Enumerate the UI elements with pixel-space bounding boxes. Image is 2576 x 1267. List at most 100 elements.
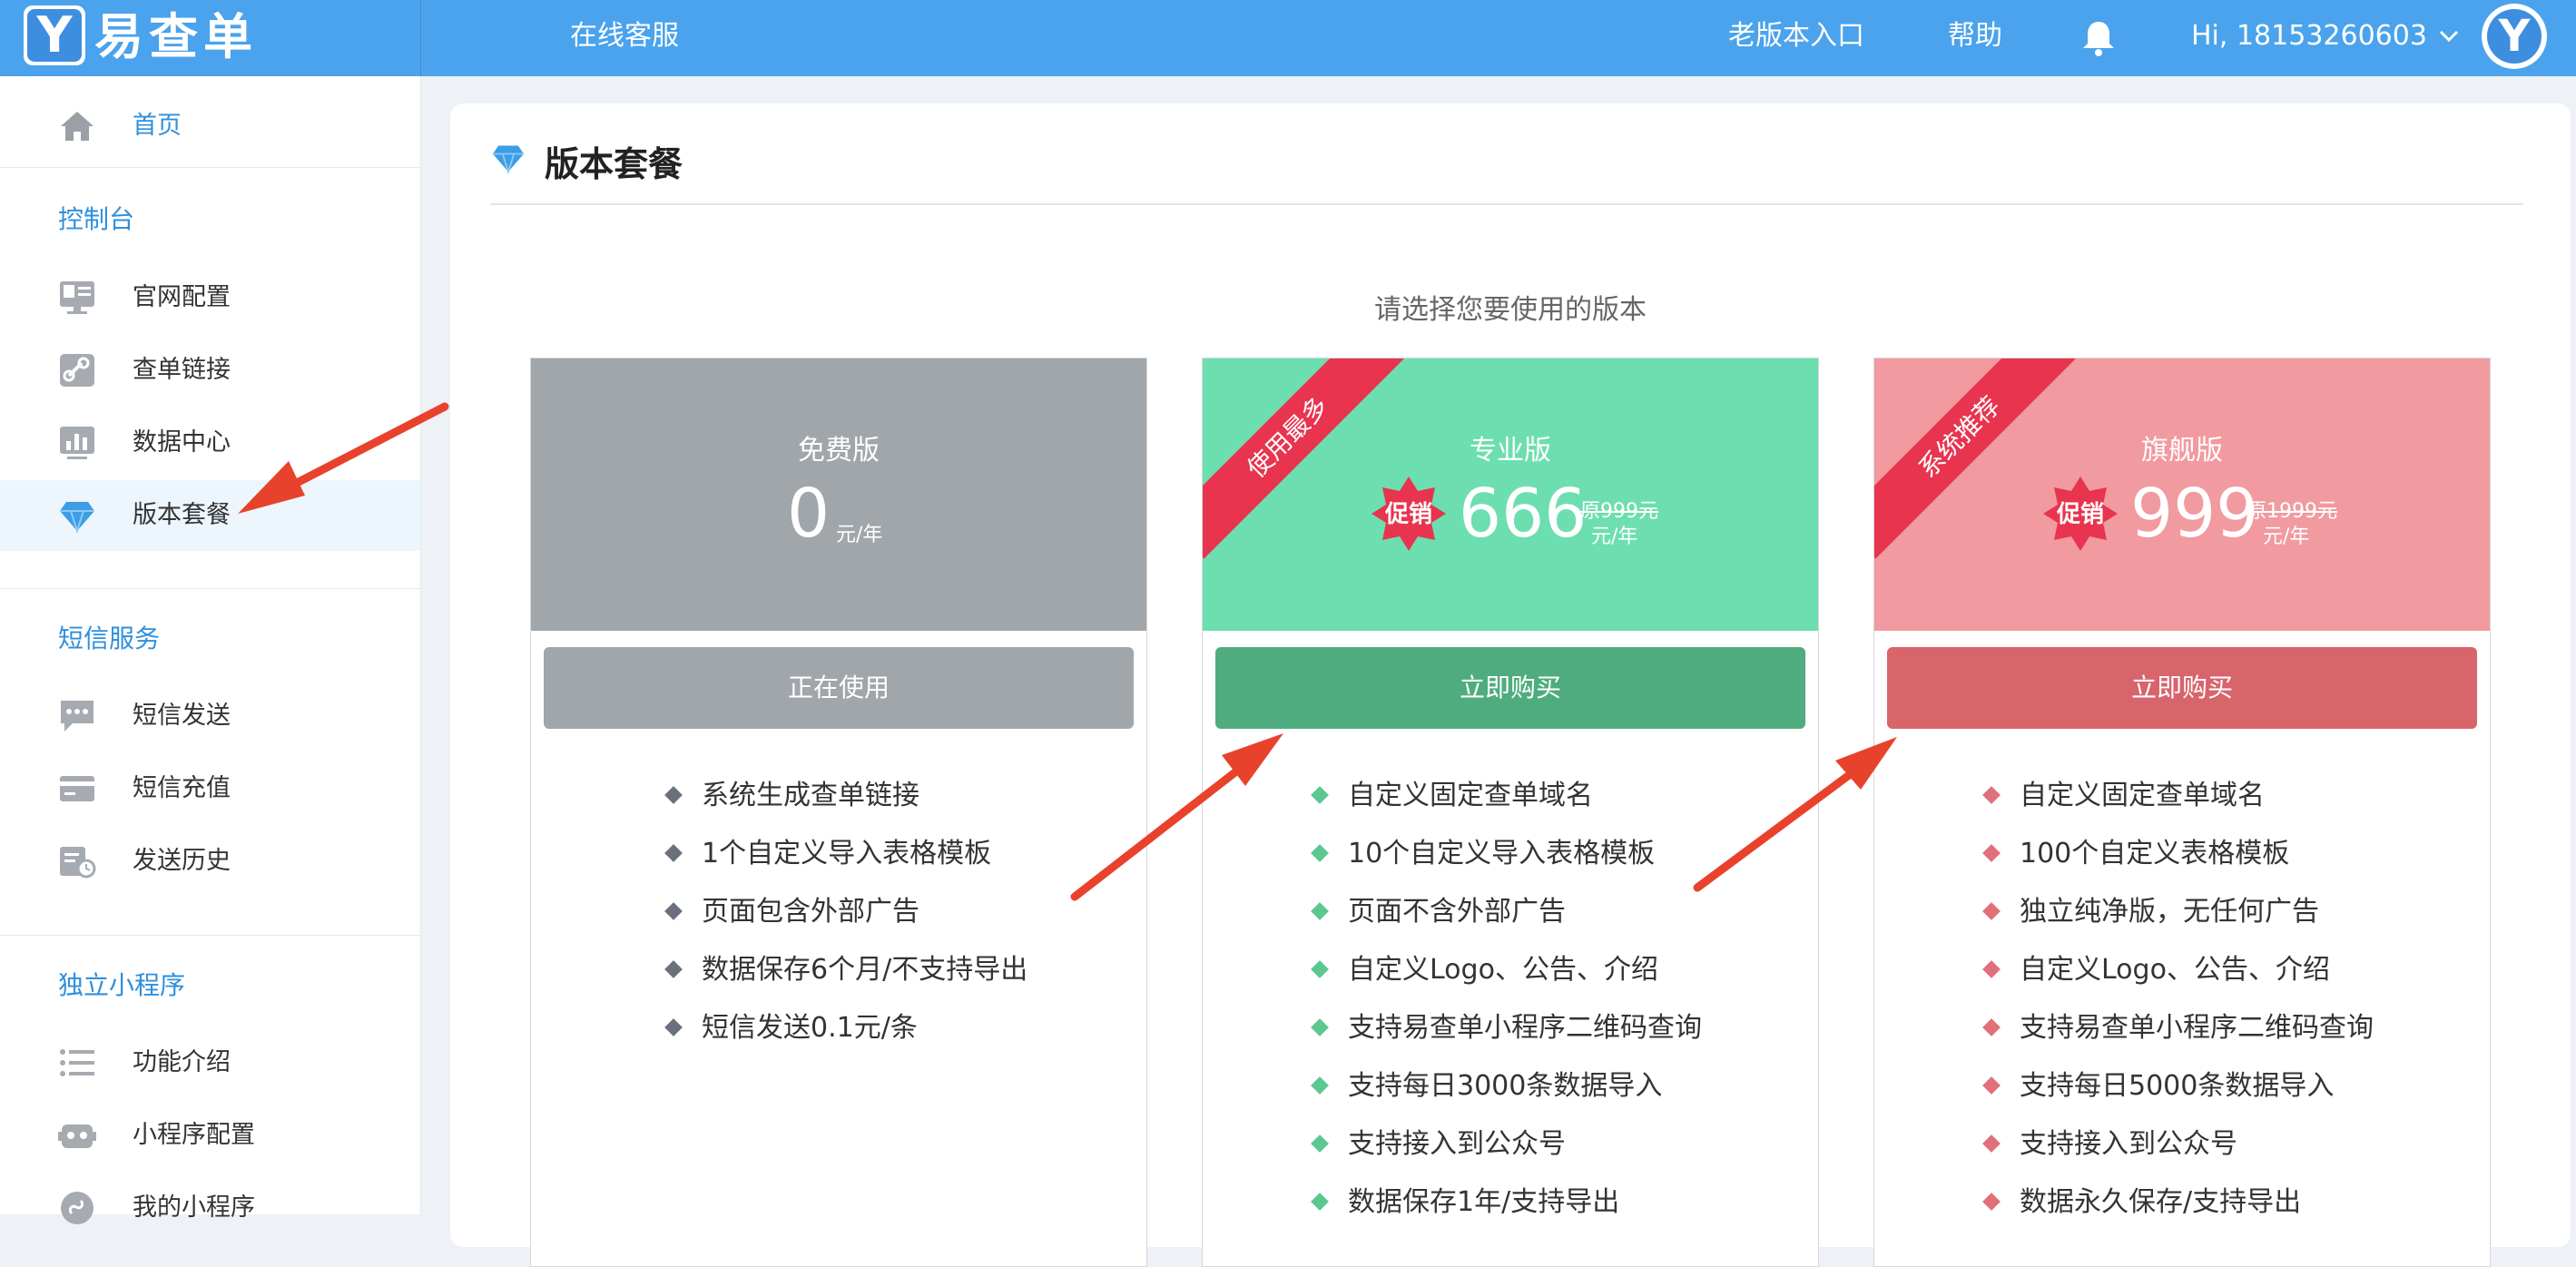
feature-item: 100个自定义表格模板 bbox=[1874, 825, 2490, 883]
feature-item: 自定义Logo、公告、介绍 bbox=[1874, 941, 2490, 999]
feature-text: 支持每日5000条数据导入 bbox=[2020, 1070, 2335, 1102]
plan-price: 666 bbox=[1459, 475, 1588, 553]
page-subtitle: 请选择您要使用的版本 bbox=[1374, 294, 1647, 326]
feature-text: 系统生成查单链接 bbox=[702, 780, 919, 811]
sidebar-item-label: 我的小程序 bbox=[133, 1193, 255, 1222]
sidebar-item-my-mini[interactable]: 我的小程序 bbox=[0, 1173, 420, 1243]
feature-text: 支持接入到公众号 bbox=[2020, 1128, 2237, 1160]
sidebar-item-label: 小程序配置 bbox=[133, 1121, 255, 1149]
plan-card-flagship: 系统推荐 旗舰版 促销 999 原1999元 元/年 立即购买 自定义固定查单域… bbox=[1873, 358, 2491, 1267]
logo-icon: Y bbox=[24, 5, 85, 65]
mini-program-icon bbox=[61, 1192, 93, 1224]
bullet-diamond-icon bbox=[1982, 786, 2001, 804]
feature-item: 短信发送0.1元/条 bbox=[531, 999, 1146, 1057]
feature-text: 页面不含外部广告 bbox=[1348, 896, 1566, 928]
sidebar-item-label: 功能介绍 bbox=[133, 1048, 231, 1076]
feature-item: 支持每日3000条数据导入 bbox=[1203, 1057, 1818, 1115]
logo-letter: Y bbox=[27, 9, 82, 62]
feature-item: 自定义Logo、公告、介绍 bbox=[1203, 941, 1818, 999]
feature-item: 支持每日5000条数据导入 bbox=[1874, 1057, 2490, 1115]
online-service-link[interactable]: 在线客服 bbox=[570, 0, 679, 76]
feature-text: 页面包含外部广告 bbox=[702, 896, 919, 928]
sidebar-item-send-history[interactable]: 发送历史 bbox=[0, 826, 420, 897]
sidebar-item-label: 版本套餐 bbox=[133, 501, 231, 529]
feature-list: 系统生成查单链接 1个自定义导入表格模板 页面包含外部广告 数据保存6个月/不支持导出… bbox=[531, 767, 1146, 1057]
plan-price: 0 bbox=[787, 475, 831, 553]
bullet-diamond-icon bbox=[1311, 1134, 1329, 1153]
feature-item: 自定义固定查单域名 bbox=[1874, 767, 2490, 825]
bullet-diamond-icon bbox=[1311, 786, 1329, 804]
feature-item: 数据永久保存/支持导出 bbox=[1874, 1174, 2490, 1232]
price-row: 促销 999 原1999元 元/年 bbox=[1874, 473, 2490, 555]
plan-price: 999 bbox=[2130, 475, 2259, 553]
bullet-diamond-icon bbox=[1311, 844, 1329, 862]
sidebar-item-label: 发送历史 bbox=[133, 847, 231, 875]
feature-text: 1个自定义导入表格模板 bbox=[702, 838, 992, 869]
feature-item: 支持易查单小程序二维码查询 bbox=[1203, 999, 1818, 1057]
bell-icon[interactable] bbox=[2079, 18, 2119, 58]
plan-name: 旗舰版 bbox=[2141, 435, 2223, 467]
section-title-sms: 短信服务 bbox=[58, 624, 161, 653]
divider bbox=[0, 167, 420, 168]
avatar[interactable]: Y bbox=[2482, 4, 2547, 69]
sidebar-item-home[interactable]: 首页 bbox=[0, 91, 420, 162]
bullet-diamond-icon bbox=[1311, 1018, 1329, 1036]
bullet-diamond-icon bbox=[1982, 1018, 2001, 1036]
section-title-console: 控制台 bbox=[58, 204, 135, 234]
feature-text: 短信发送0.1元/条 bbox=[702, 1012, 918, 1044]
logo-area[interactable]: Y 易查单 bbox=[0, 0, 421, 76]
old-version-link[interactable]: 老版本入口 bbox=[1728, 0, 1864, 76]
sidebar-item-sms-recharge[interactable]: 短信充值 bbox=[0, 753, 420, 824]
sidebar-item-mini-config[interactable]: 小程序配置 bbox=[0, 1100, 420, 1171]
buy-button-pro[interactable]: 立即购买 bbox=[1215, 647, 1805, 729]
feature-item: 独立纯净版，无任何广告 bbox=[1874, 883, 2490, 941]
feature-text: 自定义固定查单域名 bbox=[1348, 780, 1593, 811]
chart-icon bbox=[60, 427, 94, 459]
feature-item: 页面不含外部广告 bbox=[1203, 883, 1818, 941]
feature-text: 100个自定义表格模板 bbox=[2020, 838, 2290, 869]
home-icon bbox=[61, 112, 93, 141]
diamond-icon bbox=[60, 502, 94, 534]
plan-header: 使用最多 专业版 促销 666 原999元 元/年 bbox=[1203, 358, 1818, 631]
plan-name: 专业版 bbox=[1470, 435, 1551, 467]
sidebar-item-label: 短信充值 bbox=[133, 774, 231, 802]
divider bbox=[0, 588, 420, 589]
buy-button-flagship[interactable]: 立即购买 bbox=[1887, 647, 2477, 729]
plan-name: 免费版 bbox=[798, 435, 880, 467]
feature-text: 自定义Logo、公告、介绍 bbox=[2020, 954, 2330, 986]
sidebar-item-website-config[interactable]: 官网配置 bbox=[0, 262, 420, 333]
sidebar-item-plans[interactable]: 版本套餐 bbox=[0, 480, 420, 551]
sidebar-item-data-center[interactable]: 数据中心 bbox=[0, 408, 420, 478]
plan-header: 免费版 0 元/年 bbox=[531, 358, 1146, 631]
plan-card-free: 免费版 0 元/年 正在使用 系统生成查单链接 1个自定义导入表格模板 页面包含外部… bbox=[530, 358, 1147, 1267]
bullet-diamond-icon bbox=[1982, 1134, 2001, 1153]
price-row: 促销 666 原999元 元/年 bbox=[1203, 473, 1818, 555]
feature-list: 自定义固定查单域名 100个自定义表格模板独立纯净版，无任何广告自定义Logo、公… bbox=[1874, 767, 2490, 1232]
main-card: 版本套餐 请选择您要使用的版本 免费版 0 元/年 正在使用 系统生成查单链接 1… bbox=[450, 103, 2571, 1267]
sidebar-item-sms-send[interactable]: 短信发送 bbox=[0, 681, 420, 751]
plan-header: 系统推荐 旗舰版 促销 999 原1999元 元/年 bbox=[1874, 358, 2490, 631]
sidebar-item-features[interactable]: 功能介绍 bbox=[0, 1027, 420, 1098]
feature-item: 支持接入到公众号 bbox=[1203, 1115, 1818, 1174]
feature-text: 数据保存1年/支持导出 bbox=[1348, 1186, 1620, 1218]
chevron-down-icon[interactable] bbox=[2438, 29, 2460, 44]
bullet-diamond-icon bbox=[664, 786, 683, 804]
feature-text: 自定义Logo、公告、介绍 bbox=[1348, 954, 1658, 986]
promo-label: 促销 bbox=[2056, 501, 2104, 528]
top-bar: Y 易查单 在线客服 老版本入口 帮助 Hi, 18153260603 Y bbox=[0, 0, 2576, 76]
price-row: 0 元/年 bbox=[531, 473, 1146, 555]
feature-text: 支持易查单小程序二维码查询 bbox=[2020, 1012, 2374, 1044]
sidebar-item-query-link[interactable]: 查单链接 bbox=[0, 335, 420, 406]
feature-text: 数据永久保存/支持导出 bbox=[2020, 1186, 2302, 1218]
user-greeting[interactable]: Hi, 18153260603 bbox=[2191, 0, 2427, 76]
sidebar-item-label: 首页 bbox=[133, 112, 182, 140]
price-unit: 元/年 bbox=[2263, 525, 2310, 548]
feature-item: 系统生成查单链接 bbox=[531, 767, 1146, 825]
plan-current-button[interactable]: 正在使用 bbox=[544, 647, 1134, 729]
feature-item: 自定义固定查单域名 bbox=[1203, 767, 1818, 825]
feature-text: 支持每日3000条数据导入 bbox=[1348, 1070, 1663, 1102]
help-link[interactable]: 帮助 bbox=[1948, 0, 2002, 76]
feature-item: 1个自定义导入表格模板 bbox=[531, 825, 1146, 883]
feature-list: 自定义固定查单域名 10个自定义导入表格模板 页面不含外部广告 自定义Logo、公告、… bbox=[1203, 767, 1818, 1232]
bullet-diamond-icon bbox=[1982, 844, 2001, 862]
